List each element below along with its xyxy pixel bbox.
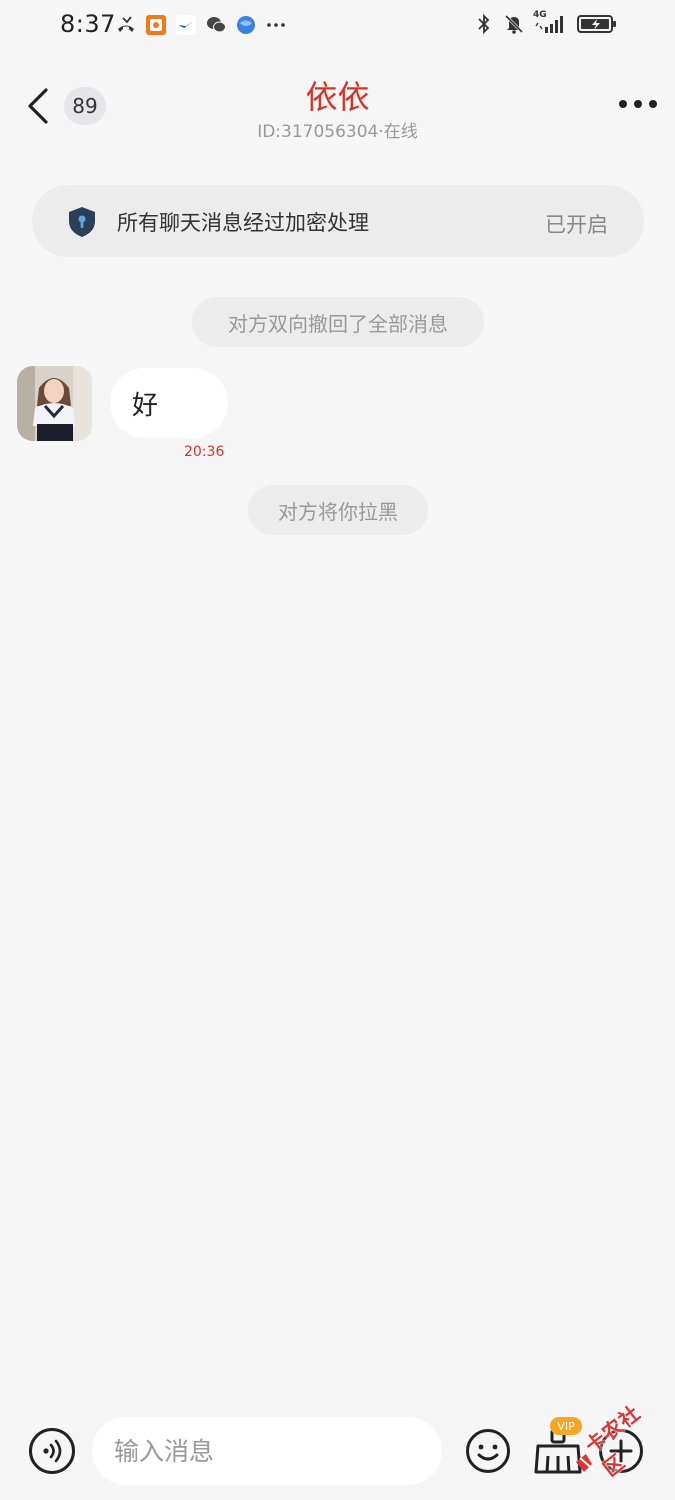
wechat-icon (205, 14, 227, 36)
contact-name: 依依 (305, 78, 370, 116)
chat-header: 89 依依 ID:317056304·在线 (0, 60, 675, 150)
network-label: 4G (533, 10, 547, 20)
dot-icon (619, 100, 627, 108)
system-notice: 对方将你拉黑 (248, 485, 428, 535)
contact-status: ID:317056304·在线 (257, 122, 418, 142)
message-bubble[interactable]: 好 (110, 368, 228, 438)
bird-app-icon (175, 14, 197, 36)
notification-icons (115, 14, 287, 36)
more-options-button[interactable] (619, 96, 657, 112)
avatar[interactable] (17, 366, 92, 441)
voice-icon (43, 1439, 62, 1463)
message-input[interactable] (92, 1417, 442, 1485)
system-notice: 对方双向撤回了全部消息 (192, 297, 484, 347)
system-icons: 4G (473, 10, 617, 35)
dot-icon (649, 100, 657, 108)
dot-icon (634, 100, 642, 108)
battery-charging-icon (577, 13, 617, 35)
voice-button[interactable] (29, 1428, 75, 1474)
encryption-text: 所有聊天消息经过加密处理 (117, 211, 369, 235)
bluetooth-icon (473, 13, 495, 35)
browser-icon (235, 14, 257, 36)
encryption-status: 已开启 (545, 213, 608, 237)
emoji-button[interactable] (465, 1428, 511, 1474)
avatar-image (17, 366, 92, 441)
missed-call-icon (115, 14, 137, 36)
status-time: 8:37 (60, 10, 116, 38)
mute-bell-icon (503, 13, 525, 35)
shield-icon (69, 207, 95, 237)
app-icon-orange (145, 14, 167, 36)
status-bar: 8:37 4G (0, 0, 675, 50)
message-time: 20:36 (184, 444, 225, 460)
more-dots-icon (265, 14, 287, 36)
smile-icon (466, 1429, 510, 1473)
encryption-banner[interactable]: 所有聊天消息经过加密处理 已开启 (32, 185, 644, 257)
signal-4g-icon: 4G (533, 10, 569, 35)
